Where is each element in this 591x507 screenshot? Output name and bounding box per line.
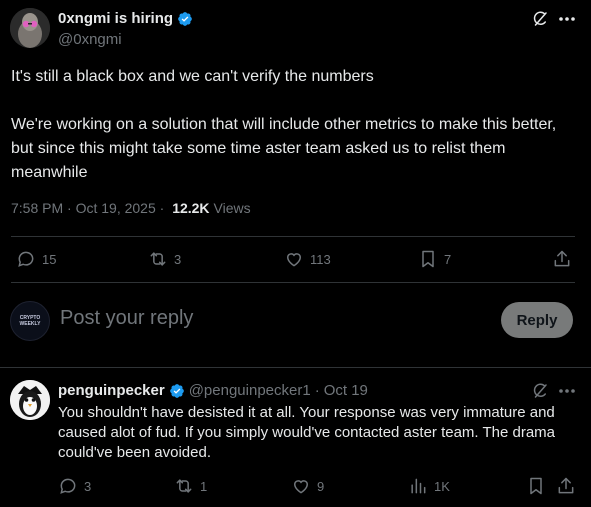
repost-icon bbox=[176, 479, 192, 493]
reply-author-handle[interactable]: @penguinpecker1 bbox=[189, 382, 311, 399]
divider bbox=[0, 367, 591, 368]
like-icon bbox=[286, 253, 302, 267]
like-action[interactable]: 113 bbox=[284, 249, 331, 269]
tweet-paragraph: It's still a black box and we can't veri… bbox=[11, 68, 374, 85]
reply-input[interactable]: Post your reply bbox=[60, 307, 193, 330]
composer-avatar-text: CRYPTO WEEKLY bbox=[19, 315, 41, 327]
share-action[interactable] bbox=[552, 249, 572, 269]
like-action[interactable]: 9 bbox=[291, 476, 324, 496]
like-count: 9 bbox=[317, 478, 325, 494]
views-action[interactable]: 1K bbox=[408, 476, 450, 496]
reply-author-name[interactable]: penguinpecker bbox=[58, 382, 165, 399]
reply-action[interactable]: 3 bbox=[58, 476, 91, 496]
views-count: 1K bbox=[434, 478, 450, 494]
repost-count: 1 bbox=[200, 478, 208, 494]
share-action[interactable] bbox=[556, 476, 576, 496]
divider bbox=[11, 236, 575, 237]
divider bbox=[11, 282, 575, 283]
bookmark-action[interactable]: 7 bbox=[418, 249, 451, 269]
share-icon bbox=[554, 250, 570, 267]
composer-avatar[interactable]: CRYPTO WEEKLY bbox=[10, 301, 50, 341]
reply-count: 3 bbox=[84, 478, 92, 494]
reply-header: penguinpecker @penguinpecker1 · Oct 19 bbox=[58, 382, 368, 399]
repost-count: 3 bbox=[174, 251, 182, 267]
tweet-timestamp[interactable]: 7:58 PM · Oct 19, 2025 · bbox=[11, 200, 168, 216]
reply-action[interactable]: 15 bbox=[16, 249, 56, 269]
tweet-meta: 7:58 PM · Oct 19, 2025 · 12.2K Views bbox=[11, 200, 251, 216]
bookmark-action[interactable] bbox=[526, 476, 546, 496]
tweet-text: It's still a black box and we can't veri… bbox=[11, 65, 571, 185]
tweet-paragraph: We're working on a solution that will in… bbox=[11, 116, 557, 181]
grok-icon[interactable] bbox=[531, 10, 549, 28]
author-avatar[interactable] bbox=[10, 8, 50, 48]
share-icon bbox=[558, 477, 574, 494]
verified-badge-icon bbox=[169, 383, 184, 398]
like-count: 113 bbox=[310, 251, 331, 267]
bookmark-count: 7 bbox=[444, 251, 452, 267]
author-name-row[interactable]: 0xngmi is hiring bbox=[58, 10, 193, 27]
verified-badge-icon bbox=[178, 11, 192, 26]
reply-text: You shouldn't have desisted it at all. Y… bbox=[58, 404, 556, 461]
bookmark-icon bbox=[422, 250, 434, 268]
reply-count: 15 bbox=[42, 251, 57, 267]
repost-icon bbox=[150, 252, 166, 266]
reply-author-avatar[interactable] bbox=[10, 380, 50, 420]
bookmark-icon bbox=[530, 477, 542, 495]
reply-button[interactable]: Reply bbox=[501, 302, 573, 338]
views-count: 12.2K bbox=[172, 200, 210, 216]
more-icon[interactable] bbox=[556, 9, 578, 29]
reply-icon bbox=[60, 478, 76, 494]
reply-date[interactable]: Oct 19 bbox=[324, 382, 368, 399]
views-icon bbox=[411, 478, 426, 494]
more-icon[interactable] bbox=[556, 381, 578, 401]
like-icon bbox=[293, 480, 309, 494]
views-label: Views bbox=[213, 200, 251, 216]
repost-action[interactable]: 1 bbox=[174, 476, 207, 496]
repost-action[interactable]: 3 bbox=[148, 249, 181, 269]
grok-icon[interactable] bbox=[531, 382, 549, 400]
author-name[interactable]: 0xngmi is hiring bbox=[58, 10, 173, 27]
author-handle[interactable]: @0xngmi bbox=[58, 31, 122, 48]
meta-separator: · bbox=[314, 382, 320, 399]
reply-icon bbox=[18, 251, 34, 267]
